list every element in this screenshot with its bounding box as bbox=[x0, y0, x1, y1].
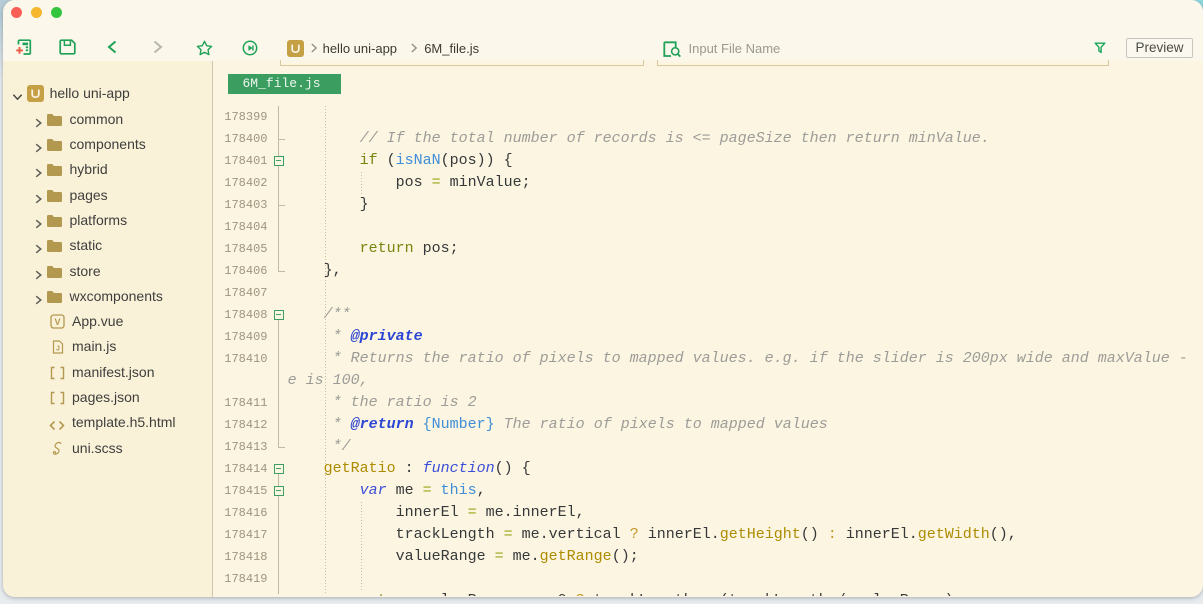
svg-text:J: J bbox=[56, 346, 60, 353]
svg-text:V: V bbox=[55, 317, 61, 327]
